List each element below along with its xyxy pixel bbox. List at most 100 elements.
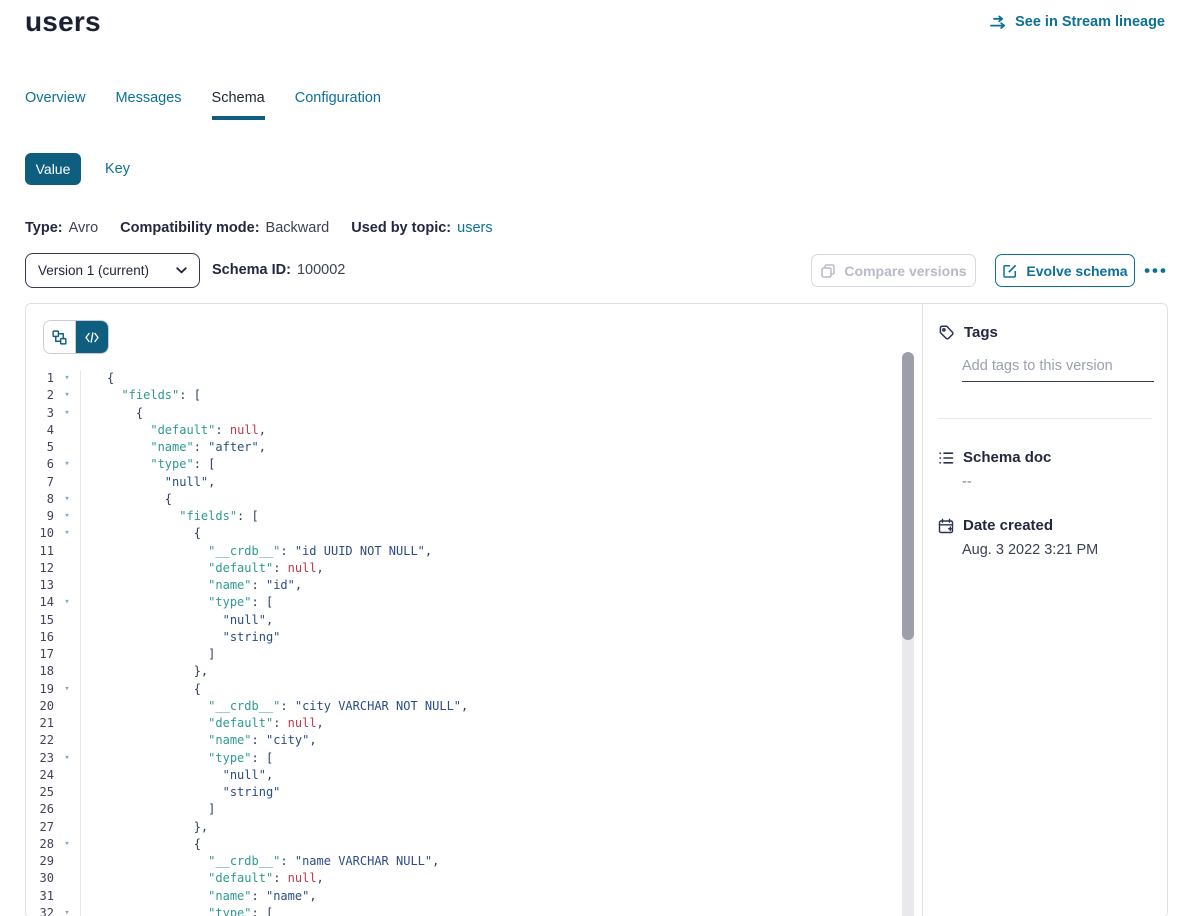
fold-spacer [54,560,80,577]
fold-spacer [54,715,80,732]
used-by-topic: Used by topic: users [351,220,492,236]
code-text: "null", [80,474,898,491]
code-line: 26 ] [26,801,898,818]
code-text: "__crdb__": "id UUID NOT NULL", [80,543,898,560]
line-number: 16 [26,629,54,646]
code-text: ] [80,801,898,818]
code-text: "name": "name", [80,888,898,905]
version-select[interactable]: Version 1 (current) [25,253,200,288]
more-actions-button[interactable]: ••• [1141,254,1171,287]
code-text: "name": "id", [80,577,898,594]
code-text: "default": null, [80,560,898,577]
fold-spacer [54,663,80,680]
stream-lineage-icon [989,15,1008,30]
schema-code-panel: 1▾{2▾ "fields": [3▾ {4 "default": null,5… [26,304,923,916]
code-text: { [80,491,898,508]
code-text: "null", [80,612,898,629]
code-line: 11 "__crdb__": "id UUID NOT NULL", [26,543,898,560]
tags-section-header: Tags [938,324,998,341]
code-line: 21 "default": null, [26,715,898,732]
see-in-stream-lineage-link[interactable]: See in Stream lineage [989,14,1165,30]
fold-spacer [54,577,80,594]
topic-link[interactable]: users [457,220,492,236]
fold-caret-icon[interactable]: ▾ [54,387,80,404]
code-text: "fields": [ [80,508,898,525]
line-number: 11 [26,543,54,560]
code-text: "name": "city", [80,732,898,749]
code-line: 15 "null", [26,612,898,629]
tab-schema[interactable]: Schema [212,90,265,120]
fold-caret-icon[interactable]: ▾ [54,491,80,508]
fold-spacer [54,474,80,491]
date-created-section-header: Date created [938,517,1053,534]
chevron-down-icon [176,267,187,274]
fold-caret-icon[interactable]: ▾ [54,836,80,853]
code-line: 25 "string" [26,784,898,801]
tags-input[interactable] [962,356,1154,382]
code-line: 12 "default": null, [26,560,898,577]
fold-caret-icon[interactable]: ▾ [54,905,80,916]
fold-spacer [54,646,80,663]
code-line: 4 "default": null, [26,422,898,439]
fold-spacer [54,732,80,749]
schema-type: Type: Avro [25,220,98,236]
code-line: 13 "name": "id", [26,577,898,594]
line-number: 13 [26,577,54,594]
edit-schema-icon [1002,263,1018,279]
code-view-icon [85,332,99,343]
line-number: 23 [26,750,54,767]
line-number: 30 [26,870,54,887]
fold-caret-icon[interactable]: ▾ [54,456,80,473]
compare-versions-label: Compare versions [844,263,966,279]
scrollbar-track[interactable] [902,352,914,916]
fold-spacer [54,819,80,836]
fold-caret-icon[interactable]: ▾ [54,525,80,542]
code-text: { [80,681,898,698]
schema-doc-value: -- [962,474,972,490]
code-line: 5 "name": "after", [26,439,898,456]
page-title: users [25,6,101,38]
evolve-schema-button[interactable]: Evolve schema [995,254,1135,287]
code-text: ] [80,646,898,663]
code-line: 17 ] [26,646,898,663]
fold-caret-icon[interactable]: ▾ [54,370,80,387]
tab-configuration[interactable]: Configuration [295,90,381,120]
fold-caret-icon[interactable]: ▾ [54,508,80,525]
line-number: 15 [26,612,54,629]
fold-spacer [54,888,80,905]
code-text: "name": "after", [80,439,898,456]
fold-caret-icon[interactable]: ▾ [54,405,80,422]
fold-spacer [54,767,80,784]
type-label: Type: [25,220,63,236]
line-number: 4 [26,422,54,439]
line-number: 29 [26,853,54,870]
tree-view-button[interactable] [44,321,76,353]
line-number: 10 [26,525,54,542]
schema-view-toggle [43,320,109,354]
scrollbar-thumb[interactable] [902,352,914,640]
code-text: { [80,370,898,387]
topic-tabs: Overview Messages Schema Configuration [25,90,381,120]
compare-versions-button[interactable]: Compare versions [811,254,976,287]
line-number: 22 [26,732,54,749]
code-line: 24 "null", [26,767,898,784]
code-text: "type": [ [80,594,898,611]
tag-icon [938,324,955,341]
tab-overview[interactable]: Overview [25,90,85,120]
schema-id-value: 100002 [297,253,345,288]
code-text: "__crdb__": "name VARCHAR NULL", [80,853,898,870]
code-line: 7 "null", [26,474,898,491]
line-number: 32 [26,905,54,916]
fold-caret-icon[interactable]: ▾ [54,681,80,698]
line-number: 1 [26,370,54,387]
line-number: 2 [26,387,54,404]
key-toggle-button[interactable]: Key [105,161,130,177]
fold-caret-icon[interactable]: ▾ [54,750,80,767]
fold-spacer [54,801,80,818]
fold-caret-icon[interactable]: ▾ [54,594,80,611]
value-toggle-button[interactable]: Value [25,153,81,185]
tab-messages[interactable]: Messages [115,90,181,120]
code-view-button[interactable] [76,321,108,353]
calendar-add-icon [938,518,954,534]
code-text: "default": null, [80,422,898,439]
